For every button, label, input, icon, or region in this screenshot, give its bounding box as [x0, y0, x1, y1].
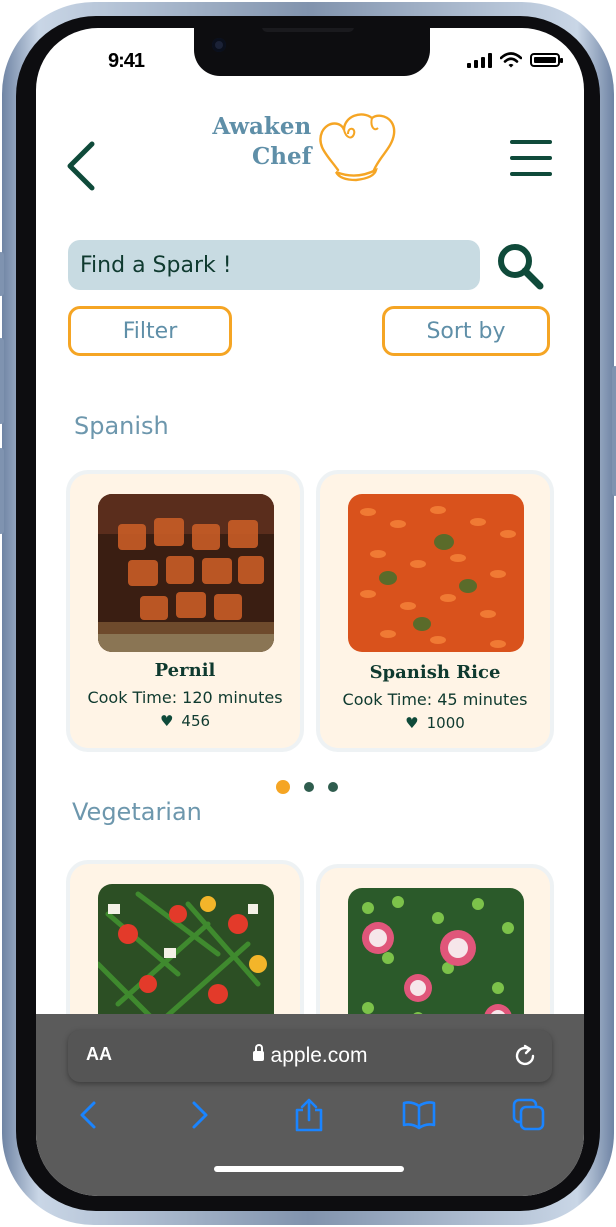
notch: [194, 28, 430, 76]
tabs-icon[interactable]: [512, 1098, 546, 1132]
speaker-grille: [262, 28, 354, 32]
share-icon[interactable]: [292, 1098, 326, 1132]
search-button[interactable]: [494, 240, 546, 292]
home-indicator[interactable]: [214, 1166, 404, 1172]
browser-address-bar[interactable]: AA apple.com: [68, 1030, 552, 1082]
recipe-name: Pernil: [154, 660, 216, 681]
mute-switch: [0, 252, 4, 296]
recipe-likes: ♥ 456: [70, 712, 300, 730]
heart-icon[interactable]: ♥: [405, 714, 418, 732]
carousel-indicator: [276, 780, 338, 794]
volume-down-button: [0, 448, 4, 534]
battery-icon: [530, 53, 563, 67]
browser-toolbar: AA apple.com: [36, 1014, 584, 1196]
chevron-left-icon[interactable]: [72, 1098, 106, 1132]
carousel-dot[interactable]: [328, 782, 338, 792]
reload-icon[interactable]: [512, 1043, 538, 1069]
status-time: 9:41: [108, 50, 145, 72]
phone-screen: 9:41 Awaken Chef Find a Spark ! Filter S…: [36, 28, 584, 1196]
carousel-dot-active[interactable]: [276, 780, 290, 794]
chef-hat-icon: [319, 113, 396, 182]
back-button[interactable]: [62, 138, 102, 194]
front-camera-icon: [212, 38, 226, 52]
status-icons: [467, 52, 563, 68]
browser-url[interactable]: apple.com: [68, 1044, 552, 1068]
recipe-card[interactable]: Pernil Cook Time: 120 minutes ♥ 456: [70, 474, 300, 748]
likes-count: 1000: [426, 714, 465, 732]
filter-button[interactable]: Filter: [68, 306, 232, 356]
carousel-dot[interactable]: [304, 782, 314, 792]
cellular-signal-icon: [467, 52, 492, 68]
lock-icon: [252, 1044, 264, 1061]
bookmarks-icon[interactable]: [402, 1098, 436, 1132]
likes-count: 456: [181, 712, 211, 730]
section-title-spanish: Spanish: [74, 412, 169, 440]
search-input[interactable]: [68, 240, 480, 290]
chevron-left-icon: [67, 141, 95, 191]
app-logo: Awaken Chef: [212, 104, 402, 184]
wifi-icon: [500, 52, 522, 68]
recipe-cook-time: Cook Time: 45 minutes: [342, 690, 528, 709]
search-icon: [498, 244, 544, 290]
hamburger-menu-icon[interactable]: [510, 140, 554, 180]
logo-line-1: Awaken: [212, 113, 312, 140]
recipe-name: Spanish Rice: [369, 662, 501, 683]
logo-wordmark: Awaken Chef: [212, 112, 312, 172]
section-title-vegetarian: Vegetarian: [72, 798, 202, 826]
logo-line-2: Chef: [252, 143, 312, 170]
chevron-right-icon[interactable]: [182, 1098, 216, 1132]
url-text: apple.com: [270, 1044, 368, 1067]
sort-by-button[interactable]: Sort by: [382, 306, 550, 356]
recipe-photo-spanish-rice: [348, 494, 524, 652]
recipe-cook-time: Cook Time: 120 minutes: [87, 688, 283, 707]
volume-up-button: [0, 338, 4, 424]
recipe-card[interactable]: Spanish Rice Cook Time: 45 minutes ♥ 1000: [320, 474, 550, 748]
power-button: [612, 366, 616, 496]
heart-icon[interactable]: ♥: [160, 712, 173, 730]
recipe-likes: ♥ 1000: [320, 714, 550, 732]
recipe-photo-pernil: [98, 494, 274, 652]
